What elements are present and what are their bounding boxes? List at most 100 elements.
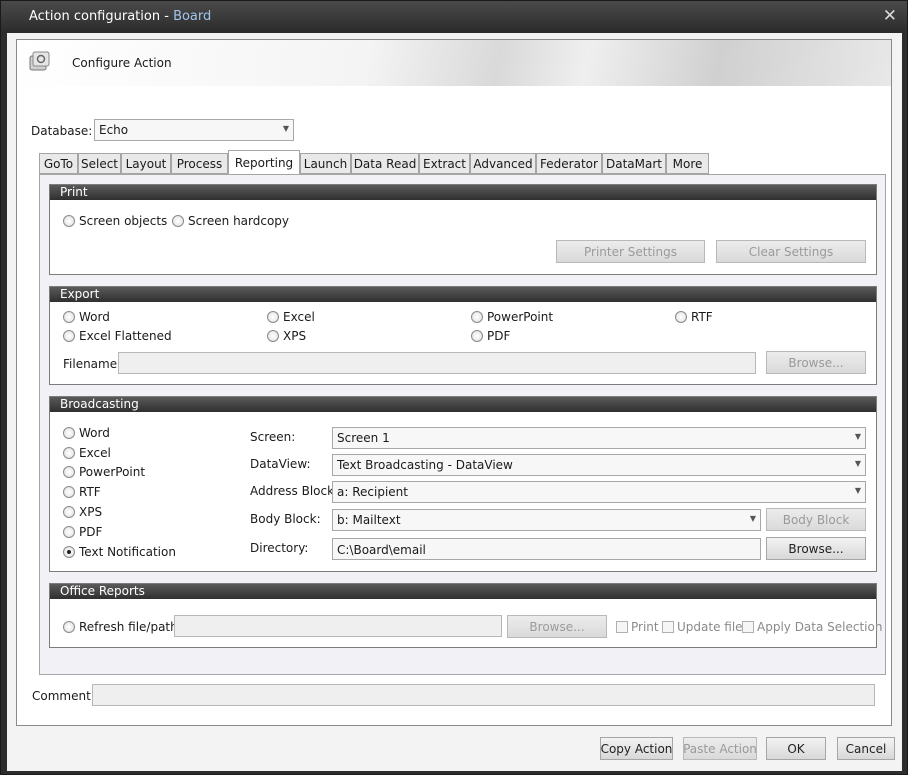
tab-advanced[interactable]: Advanced [470, 153, 536, 174]
export-radio-rtf[interactable]: RTF [675, 310, 713, 324]
radio-screen-objects[interactable]: Screen objects [63, 214, 167, 228]
broadcast-radio-rtf[interactable]: RTF [63, 485, 101, 499]
broadcast-radio-pdf[interactable]: PDF [63, 525, 102, 539]
tab-layout[interactable]: Layout [121, 153, 171, 174]
title-bar[interactable]: Action configuration - Board ✕ [1, 1, 907, 33]
radio-circle [471, 330, 483, 342]
radio-refresh-file-path[interactable]: Refresh file/path [63, 620, 178, 634]
checkbox-print[interactable]: Print [616, 620, 659, 634]
tab-launch[interactable]: Launch [300, 153, 351, 174]
tab-data-read[interactable]: Data Read [351, 153, 419, 174]
broadcast-radio-powerpoint[interactable]: PowerPoint [63, 465, 145, 479]
body-block-button[interactable]: Body Block [766, 508, 866, 531]
radio-label: Screen hardcopy [188, 214, 290, 228]
screen-value: Screen 1 [337, 431, 390, 445]
radio-circle [63, 427, 75, 439]
dropdown-arrow-icon: ▼ [749, 514, 756, 523]
copy-action-button[interactable]: Copy Action [600, 737, 673, 760]
radio-circle [63, 447, 75, 459]
filename-input[interactable] [118, 352, 756, 374]
radio-circle [63, 330, 75, 342]
checkbox-box [742, 621, 754, 633]
radio-circle [63, 466, 75, 478]
directory-input[interactable]: C:\Board\email [332, 538, 761, 560]
radio-label: RTF [79, 485, 101, 499]
paste-action-button[interactable]: Paste Action [683, 737, 757, 760]
radio-label: Excel Flattened [79, 329, 172, 343]
export-radio-xps[interactable]: XPS [267, 329, 306, 343]
radio-circle [267, 311, 279, 323]
office-path-input[interactable] [174, 615, 502, 637]
directory-browse-button[interactable]: Browse... [766, 537, 866, 560]
dataview-value: Text Broadcasting - DataView [337, 458, 513, 472]
ok-button[interactable]: OK [766, 737, 826, 760]
office-browse-button[interactable]: Browse... [507, 615, 607, 638]
body-block-select[interactable]: b: Mailtext ▼ [332, 509, 761, 531]
filename-label: Filename: [63, 357, 122, 371]
database-label: Database: [31, 124, 93, 138]
radio-label: Screen objects [79, 214, 168, 228]
export-radio-powerpoint[interactable]: PowerPoint [471, 310, 553, 324]
close-icon[interactable]: ✕ [883, 6, 897, 26]
export-group: Export Word Excel PowerPoint RTF Excel F… [49, 286, 877, 385]
export-radio-word[interactable]: Word [63, 310, 110, 324]
radio-label: PowerPoint [79, 465, 146, 479]
database-select[interactable]: Echo ▼ [94, 119, 294, 141]
radio-label: Excel [283, 310, 315, 324]
radio-label: Excel [79, 446, 111, 460]
radio-label: XPS [283, 329, 307, 343]
tab-datamart[interactable]: DataMart [602, 153, 666, 174]
tab-select[interactable]: Select [78, 153, 121, 174]
radio-circle [471, 311, 483, 323]
dropdown-arrow-icon: ▼ [854, 486, 861, 495]
broadcast-radio-excel[interactable]: Excel [63, 446, 111, 460]
dataview-select[interactable]: Text Broadcasting - DataView ▼ [332, 454, 866, 476]
comment-input[interactable] [92, 684, 875, 706]
tab-more[interactable]: More [666, 153, 709, 174]
reporting-tab-content: Print Screen objects Screen hardcopy Pri… [39, 174, 886, 675]
tab-federator[interactable]: Federator [536, 153, 602, 174]
radio-label: Refresh file/path [79, 620, 178, 634]
directory-label: Directory: [250, 541, 309, 555]
print-header: Print [50, 185, 876, 200]
address-block-label: Address Block: [250, 484, 339, 498]
checkbox-label: Apply Data Selection [757, 620, 883, 634]
printer-settings-button[interactable]: Printer Settings [556, 240, 705, 263]
radio-label: PowerPoint [487, 310, 554, 324]
checkbox-label: Print [631, 620, 659, 634]
radio-circle [63, 311, 75, 323]
broadcast-radio-word[interactable]: Word [63, 426, 110, 440]
export-radio-excel[interactable]: Excel [267, 310, 315, 324]
print-group: Print Screen objects Screen hardcopy Pri… [49, 184, 877, 275]
broadcasting-header: Broadcasting [50, 397, 876, 412]
cancel-button[interactable]: Cancel [837, 737, 895, 760]
checkbox-update-file[interactable]: Update file [662, 620, 743, 634]
export-radio-excel-flattened[interactable]: Excel Flattened [63, 329, 172, 343]
radio-label: Text Notification [79, 545, 176, 559]
address-block-select[interactable]: a: Recipient ▼ [332, 481, 866, 503]
tab-reporting[interactable]: Reporting [228, 150, 300, 174]
export-radio-pdf[interactable]: PDF [471, 329, 510, 343]
clear-settings-button[interactable]: Clear Settings [716, 240, 866, 263]
broadcasting-group: Broadcasting Word Excel PowerPoint RTF X… [49, 396, 877, 572]
tab-goto[interactable]: GoTo [39, 153, 78, 174]
window-title: Action configuration - Board [29, 9, 212, 24]
radio-screen-hardcopy[interactable]: Screen hardcopy [172, 214, 289, 228]
office-reports-header: Office Reports [50, 584, 876, 599]
export-header: Export [50, 287, 876, 302]
banner-title: Configure Action [72, 56, 172, 70]
office-reports-group: Office Reports Refresh file/path Browse.… [49, 583, 882, 648]
checkbox-box [616, 621, 628, 633]
screen-select[interactable]: Screen 1 ▼ [332, 427, 866, 449]
export-browse-button[interactable]: Browse... [766, 351, 866, 374]
dropdown-arrow-icon: ▼ [282, 124, 289, 133]
broadcast-radio-text-notification[interactable]: Text Notification [63, 545, 176, 559]
checkbox-box [662, 621, 674, 633]
tab-extract[interactable]: Extract [419, 153, 470, 174]
checkbox-apply-data-selection[interactable]: Apply Data Selection [742, 620, 882, 634]
body-block-value: b: Mailtext [337, 513, 401, 527]
broadcast-radio-xps[interactable]: XPS [63, 505, 102, 519]
tab-process[interactable]: Process [171, 153, 228, 174]
dialog-client-area: Configure Action Database: Echo ▼ GoTo S… [7, 33, 902, 771]
dropdown-arrow-icon: ▼ [854, 432, 861, 441]
